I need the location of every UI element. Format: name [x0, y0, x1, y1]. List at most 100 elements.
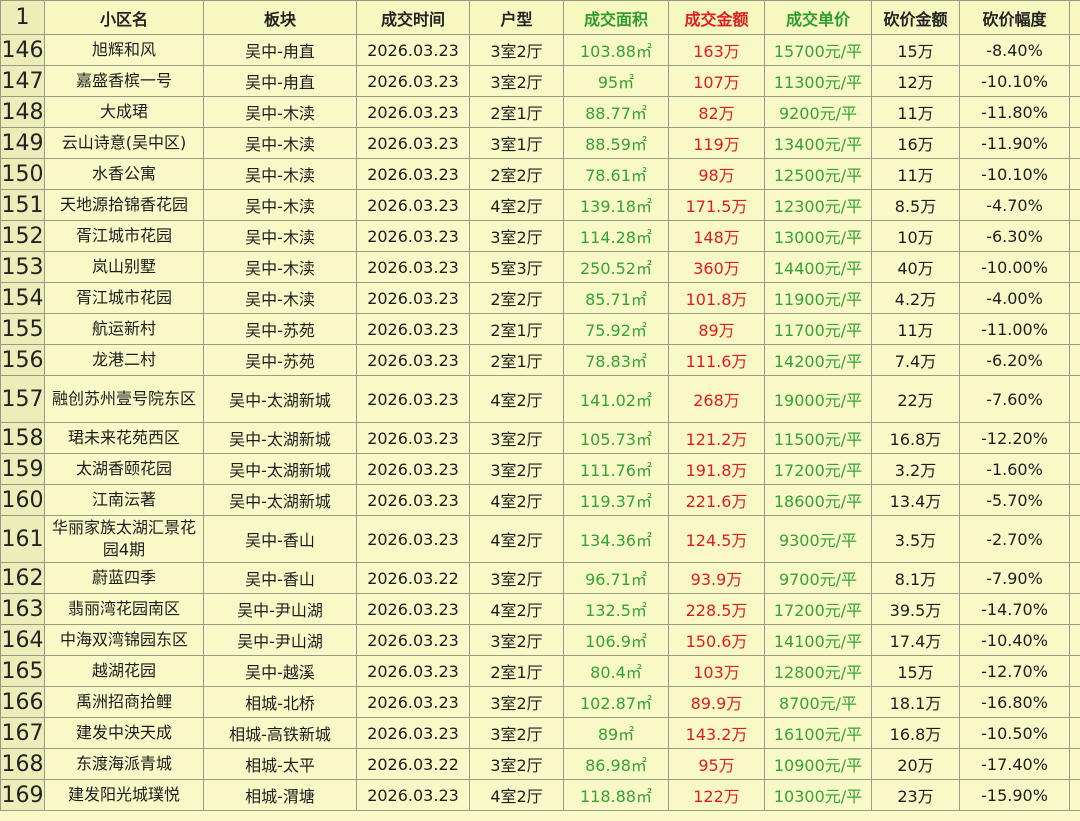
- column-header-amount[interactable]: 成交金额: [668, 0, 765, 35]
- cell-amount[interactable]: 228.5万: [668, 593, 765, 625]
- cell-unit-price[interactable]: 19000元/平: [764, 375, 872, 423]
- cell-type[interactable]: 3室2厅: [469, 422, 564, 454]
- cell-empty[interactable]: [1069, 127, 1080, 159]
- cell-amount[interactable]: 82万: [668, 96, 765, 128]
- cell-empty[interactable]: [1069, 251, 1080, 283]
- cell-amount[interactable]: 148万: [668, 220, 765, 252]
- cell-area[interactable]: 141.02㎡: [563, 375, 669, 423]
- cell-area[interactable]: 114.28㎡: [563, 220, 669, 252]
- cell-area[interactable]: 134.36㎡: [563, 515, 669, 563]
- cell-amount[interactable]: 95万: [668, 748, 765, 780]
- cell-cut-amount[interactable]: 3.5万: [871, 515, 960, 563]
- cell-cut-amount[interactable]: 11万: [871, 96, 960, 128]
- cell-unit-price[interactable]: 11700元/平: [764, 313, 872, 345]
- cell-unit-price[interactable]: 15700元/平: [764, 34, 872, 66]
- row-number-header[interactable]: 1: [0, 0, 45, 35]
- cell-area[interactable]: 89㎡: [563, 717, 669, 749]
- cell-name[interactable]: 越湖花园: [44, 655, 204, 687]
- cell-empty[interactable]: [1069, 96, 1080, 128]
- cell-name[interactable]: 水香公寓: [44, 158, 204, 190]
- cell-unit-price[interactable]: 17200元/平: [764, 453, 872, 485]
- cell-cut-pct[interactable]: -10.10%: [959, 65, 1070, 97]
- cell-cut-amount[interactable]: 4.2万: [871, 282, 960, 314]
- cell-cut-amount[interactable]: 8.5万: [871, 189, 960, 221]
- cell-type[interactable]: 3室2厅: [469, 686, 564, 718]
- row-number-cell[interactable]: 149: [0, 127, 45, 159]
- cell-cut-amount[interactable]: 10万: [871, 220, 960, 252]
- cell-cut-amount[interactable]: 12万: [871, 65, 960, 97]
- row-number-cell[interactable]: 159: [0, 453, 45, 485]
- cell-name[interactable]: 云山诗意(吴中区): [44, 127, 204, 159]
- cell-cut-pct[interactable]: -7.60%: [959, 375, 1070, 423]
- cell-unit-price[interactable]: 10900元/平: [764, 748, 872, 780]
- cell-cut-pct[interactable]: -1.60%: [959, 453, 1070, 485]
- cell-type[interactable]: 3室1厅: [469, 127, 564, 159]
- cell-type[interactable]: 2室1厅: [469, 344, 564, 376]
- cell-block[interactable]: 吴中-太湖新城: [203, 375, 357, 423]
- cell-amount[interactable]: 221.6万: [668, 484, 765, 516]
- cell-type[interactable]: 4室2厅: [469, 515, 564, 563]
- cell-cut-pct[interactable]: -17.40%: [959, 748, 1070, 780]
- cell-cut-pct[interactable]: -11.00%: [959, 313, 1070, 345]
- cell-name[interactable]: 大成珺: [44, 96, 204, 128]
- cell-area[interactable]: 86.98㎡: [563, 748, 669, 780]
- cell-block[interactable]: 吴中-香山: [203, 562, 357, 594]
- cell-empty[interactable]: [1069, 65, 1080, 97]
- cell-unit-price[interactable]: 13000元/平: [764, 220, 872, 252]
- cell-amount[interactable]: 191.8万: [668, 453, 765, 485]
- cell-cut-amount[interactable]: 15万: [871, 655, 960, 687]
- cell-empty[interactable]: [1069, 593, 1080, 625]
- cell-unit-price[interactable]: 9700元/平: [764, 562, 872, 594]
- cell-unit-price[interactable]: 11500元/平: [764, 422, 872, 454]
- cell-block[interactable]: 吴中-木渎: [203, 220, 357, 252]
- cell-type[interactable]: 3室2厅: [469, 562, 564, 594]
- cell-time[interactable]: 2026.03.23: [356, 593, 470, 625]
- cell-name[interactable]: 禹洲招商拾鲤: [44, 686, 204, 718]
- cell-cut-pct[interactable]: -4.00%: [959, 282, 1070, 314]
- cell-type[interactable]: 2室1厅: [469, 96, 564, 128]
- cell-block[interactable]: 吴中-苏苑: [203, 344, 357, 376]
- row-number-cell[interactable]: 152: [0, 220, 45, 252]
- cell-amount[interactable]: 268万: [668, 375, 765, 423]
- row-number-cell[interactable]: 155: [0, 313, 45, 345]
- cell-time[interactable]: 2026.03.23: [356, 127, 470, 159]
- cell-time[interactable]: 2026.03.23: [356, 717, 470, 749]
- cell-cut-pct[interactable]: -12.70%: [959, 655, 1070, 687]
- cell-area[interactable]: 102.87㎡: [563, 686, 669, 718]
- cell-block[interactable]: 吴中-苏苑: [203, 313, 357, 345]
- cell-amount[interactable]: 143.2万: [668, 717, 765, 749]
- cell-unit-price[interactable]: 16100元/平: [764, 717, 872, 749]
- row-number-cell[interactable]: 167: [0, 717, 45, 749]
- cell-unit-price[interactable]: 10300元/平: [764, 779, 872, 811]
- cell-amount[interactable]: 89.9万: [668, 686, 765, 718]
- column-header-time[interactable]: 成交时间: [356, 0, 470, 35]
- cell-empty[interactable]: [1069, 375, 1080, 423]
- cell-area[interactable]: 78.83㎡: [563, 344, 669, 376]
- cell-empty[interactable]: [1069, 717, 1080, 749]
- cell-block[interactable]: 相城-高铁新城: [203, 717, 357, 749]
- cell-area[interactable]: 80.4㎡: [563, 655, 669, 687]
- cell-time[interactable]: 2026.03.23: [356, 189, 470, 221]
- cell-area[interactable]: 118.88㎡: [563, 779, 669, 811]
- cell-cut-pct[interactable]: -6.20%: [959, 344, 1070, 376]
- column-header-name[interactable]: 小区名: [44, 0, 204, 35]
- cell-empty[interactable]: [1069, 515, 1080, 563]
- row-number-cell[interactable]: 150: [0, 158, 45, 190]
- cell-empty[interactable]: [1069, 686, 1080, 718]
- cell-cut-amount[interactable]: 8.1万: [871, 562, 960, 594]
- cell-name[interactable]: 蔚蓝四季: [44, 562, 204, 594]
- cell-time[interactable]: 2026.03.23: [356, 422, 470, 454]
- cell-cut-pct[interactable]: -14.70%: [959, 593, 1070, 625]
- cell-unit-price[interactable]: 9200元/平: [764, 96, 872, 128]
- cell-time[interactable]: 2026.03.23: [356, 624, 470, 656]
- cell-name[interactable]: 融创苏州壹号院东区: [44, 375, 204, 423]
- cell-area[interactable]: 95㎡: [563, 65, 669, 97]
- cell-type[interactable]: 4室2厅: [469, 779, 564, 811]
- cell-cut-pct[interactable]: -5.70%: [959, 484, 1070, 516]
- cell-amount[interactable]: 98万: [668, 158, 765, 190]
- cell-type[interactable]: 3室2厅: [469, 624, 564, 656]
- cell-amount[interactable]: 93.9万: [668, 562, 765, 594]
- cell-amount[interactable]: 360万: [668, 251, 765, 283]
- cell-block[interactable]: 相城-北桥: [203, 686, 357, 718]
- cell-empty[interactable]: [1069, 313, 1080, 345]
